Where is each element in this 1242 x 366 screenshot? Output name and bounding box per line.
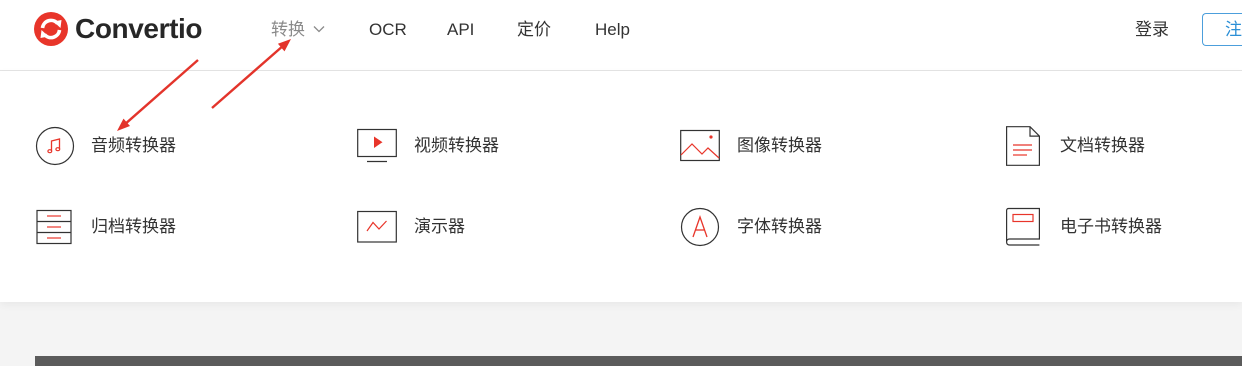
top-navbar: Convertio 转换 OCR API 定价 Help 登录 注	[0, 0, 1242, 71]
music-note-icon	[35, 126, 75, 166]
dropdown-item-label: 演示器	[414, 217, 465, 236]
dropdown-item-label: 电子书转换器	[1060, 217, 1162, 236]
video-play-icon	[357, 128, 397, 163]
convert-dropdown-panel: 音频转换器 视频转换器 图像转换器 文档转换器 归档转换器 演示器 字体转换器 …	[0, 71, 1242, 302]
dropdown-item-label: 字体转换器	[737, 217, 822, 236]
presentation-icon	[357, 210, 397, 243]
font-icon	[680, 207, 720, 247]
dropdown-item-presentation[interactable]: 演示器	[357, 207, 527, 247]
nav-pricing[interactable]: 定价	[517, 19, 551, 41]
ebook-icon	[1005, 207, 1040, 246]
archive-icon	[36, 209, 72, 245]
dropdown-item-ebook[interactable]: 电子书转换器	[1003, 207, 1173, 247]
content-banner-edge	[35, 356, 1242, 366]
logo[interactable]: Convertio	[33, 11, 208, 47]
dropdown-item-font[interactable]: 字体转换器	[680, 207, 850, 247]
dropdown-item-label: 归档转换器	[91, 217, 176, 236]
nav-api[interactable]: API	[447, 19, 474, 41]
nav-ocr[interactable]: OCR	[369, 19, 407, 41]
dropdown-item-image[interactable]: 图像转换器	[680, 126, 850, 166]
image-icon	[680, 129, 720, 162]
dropdown-item-archive[interactable]: 归档转换器	[35, 207, 205, 247]
register-button[interactable]: 注	[1202, 13, 1242, 46]
dropdown-item-label: 图像转换器	[737, 136, 822, 155]
nav-convert[interactable]: 转换	[271, 19, 305, 41]
dropdown-item-document[interactable]: 文档转换器	[1003, 126, 1173, 166]
dropdown-item-label: 文档转换器	[1060, 136, 1145, 155]
convertio-logo-icon	[34, 12, 68, 46]
logo-text: Convertio	[75, 13, 203, 44]
dropdown-item-label: 音频转换器	[91, 136, 176, 155]
dropdown-item-audio[interactable]: 音频转换器	[35, 126, 205, 166]
chevron-down-icon[interactable]	[313, 25, 325, 33]
dropdown-item-video[interactable]: 视频转换器	[357, 126, 527, 166]
dropdown-item-label: 视频转换器	[414, 136, 499, 155]
document-icon	[1006, 126, 1040, 166]
login-link[interactable]: 登录	[1135, 19, 1169, 41]
nav-help[interactable]: Help	[595, 19, 630, 41]
